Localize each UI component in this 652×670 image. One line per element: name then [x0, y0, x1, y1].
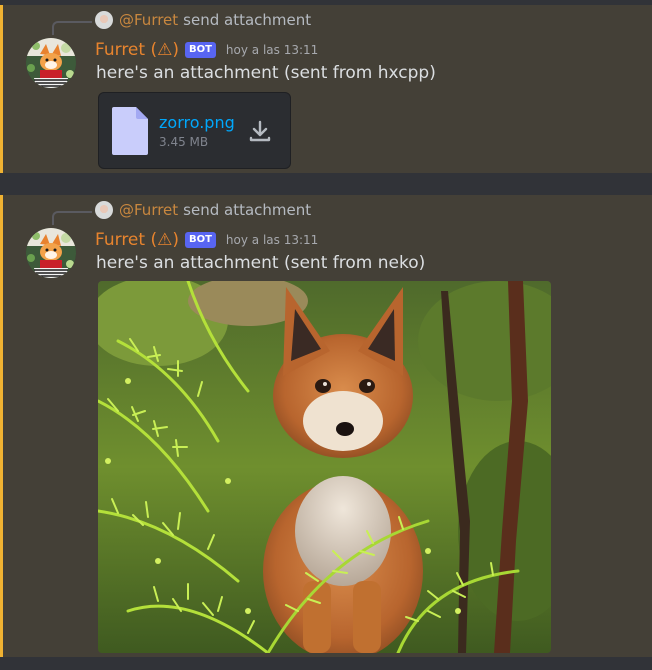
- timestamp[interactable]: hoy a las 13:11: [226, 233, 318, 247]
- reply-spine: [52, 211, 92, 225]
- file-name-link[interactable]: zorro.png: [159, 113, 235, 132]
- reply-avatar: [95, 11, 113, 29]
- message-header: Furret (⚠) BOT hoy a las 13:11: [95, 228, 318, 252]
- message-content: here's an attachment (sent from neko): [96, 253, 426, 273]
- avatar[interactable]: [26, 228, 76, 278]
- reply-text: send attachment: [183, 201, 312, 219]
- file-attachment: zorro.png 3.45 MB: [98, 92, 291, 169]
- download-icon[interactable]: [248, 119, 272, 147]
- reply-mention[interactable]: @Furret: [119, 11, 178, 29]
- avatar-furret-art: [26, 38, 76, 88]
- timestamp[interactable]: hoy a las 13:11: [226, 43, 318, 57]
- author-name[interactable]: Furret (⚠): [95, 230, 179, 250]
- message-header: Furret (⚠) BOT hoy a las 13:11: [95, 38, 318, 62]
- reply-preview[interactable]: @Furret send attachment: [95, 199, 311, 221]
- message-item[interactable]: @Furret send attachment Furret (⚠) BOT h…: [0, 195, 652, 657]
- file-icon: [111, 106, 149, 160]
- avatar-furret-art: [26, 228, 76, 278]
- bot-tag: BOT: [184, 42, 216, 58]
- reply-mention[interactable]: @Furret: [119, 201, 178, 219]
- message-item[interactable]: @Furret send attachment Furret (⚠) BOT h…: [0, 5, 652, 173]
- author-name[interactable]: Furret (⚠): [95, 40, 179, 60]
- fox-photo: [98, 281, 551, 653]
- reply-text: send attachment: [183, 11, 312, 29]
- reply-avatar: [95, 201, 113, 219]
- reply-preview[interactable]: @Furret send attachment: [95, 9, 311, 31]
- bot-tag: BOT: [184, 232, 216, 248]
- file-size: 3.45 MB: [159, 135, 209, 149]
- image-attachment[interactable]: [98, 281, 551, 653]
- chat-bottom-divider: [0, 657, 652, 670]
- avatar[interactable]: [26, 38, 76, 88]
- reply-spine: [52, 21, 92, 35]
- message-content: here's an attachment (sent from hxcpp): [96, 63, 436, 83]
